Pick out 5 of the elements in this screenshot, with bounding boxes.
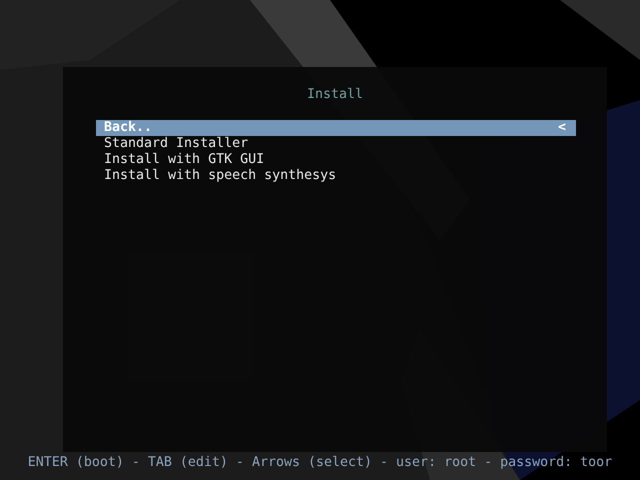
menu-item[interactable]: Standard Installer [96, 136, 576, 152]
help-line: ENTER (boot) - TAB (edit) - Arrows (select) - user: root - password: toor [26, 455, 614, 471]
menu-item[interactable]: Install with GTK GUI [96, 152, 576, 168]
menu-title: Install [306, 87, 364, 103]
menu-item[interactable]: Install with speech synthesys [96, 168, 576, 184]
